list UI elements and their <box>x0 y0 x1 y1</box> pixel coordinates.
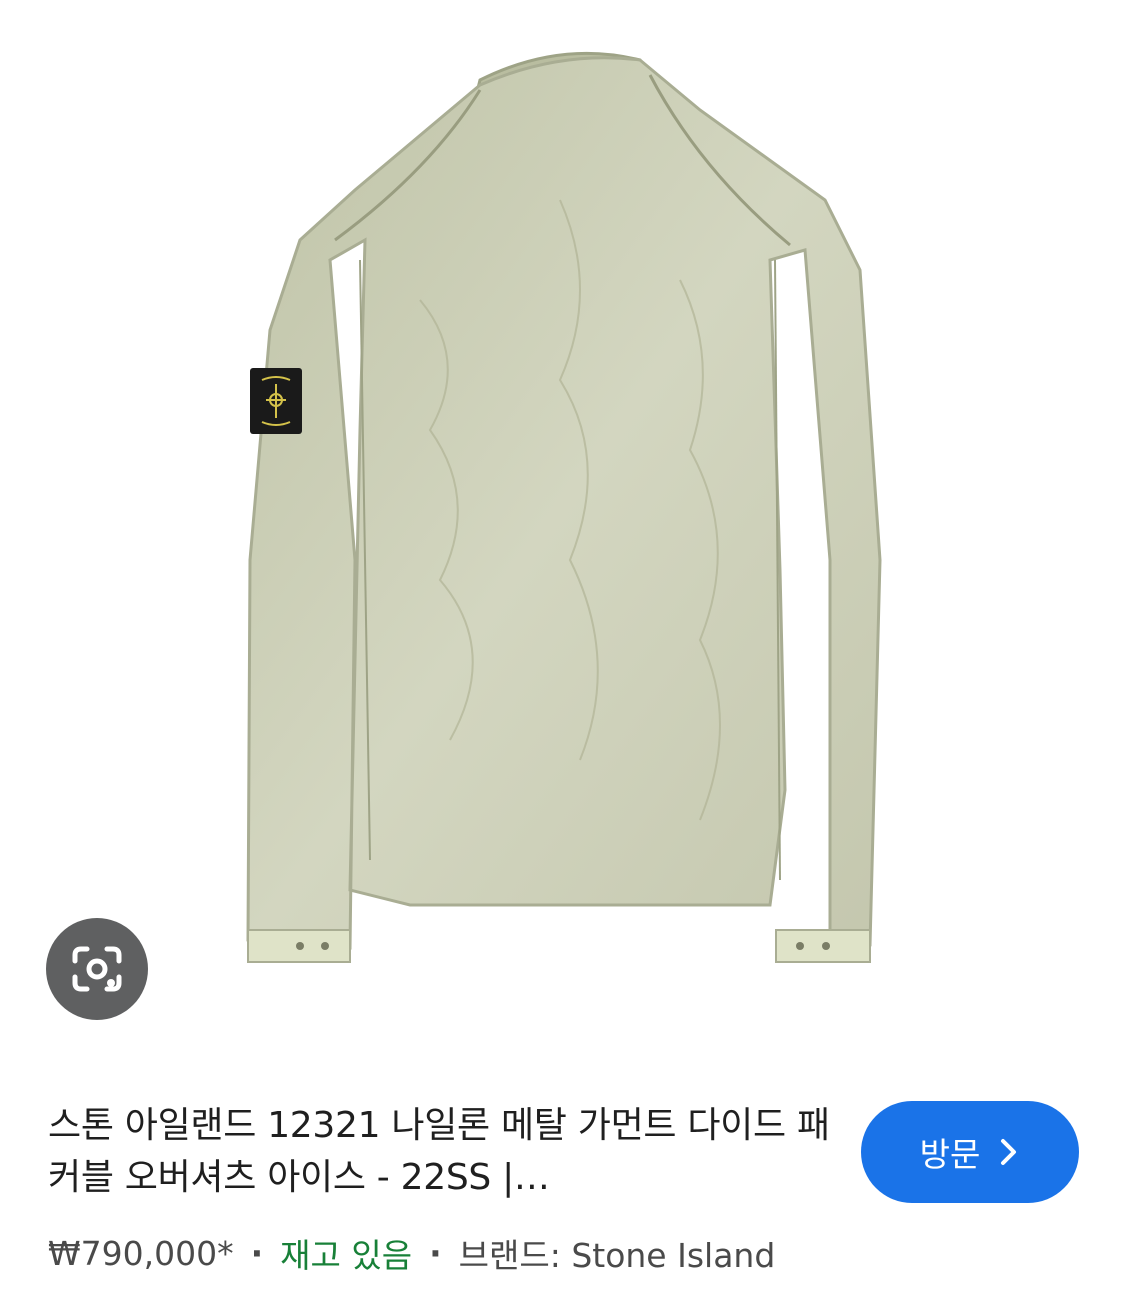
chevron-right-icon <box>1001 1139 1017 1165</box>
price: ₩790,000* <box>48 1233 234 1273</box>
google-lens-button[interactable] <box>46 918 148 1020</box>
product-title[interactable]: 스톤 아일랜드 12321 나일론 메탈 가먼트 다이드 패커블 오버셔츠 아이… <box>48 1100 838 1204</box>
google-lens-icon <box>72 946 122 992</box>
separator-dot: · <box>250 1233 264 1273</box>
visit-button[interactable]: 방문 <box>861 1101 1079 1203</box>
brand-label: 브랜드: Stone Island <box>458 1236 776 1275</box>
stock-status: 재고 있음 <box>280 1236 413 1275</box>
product-image[interactable] <box>0 0 1125 1060</box>
separator-dot: · <box>429 1233 442 1273</box>
jacket-illustration <box>246 51 882 963</box>
product-meta: ₩790,000* · 재고 있음 · 브랜드: Stone Island <box>48 1228 775 1278</box>
visit-button-label: 방문 <box>919 1135 981 1174</box>
